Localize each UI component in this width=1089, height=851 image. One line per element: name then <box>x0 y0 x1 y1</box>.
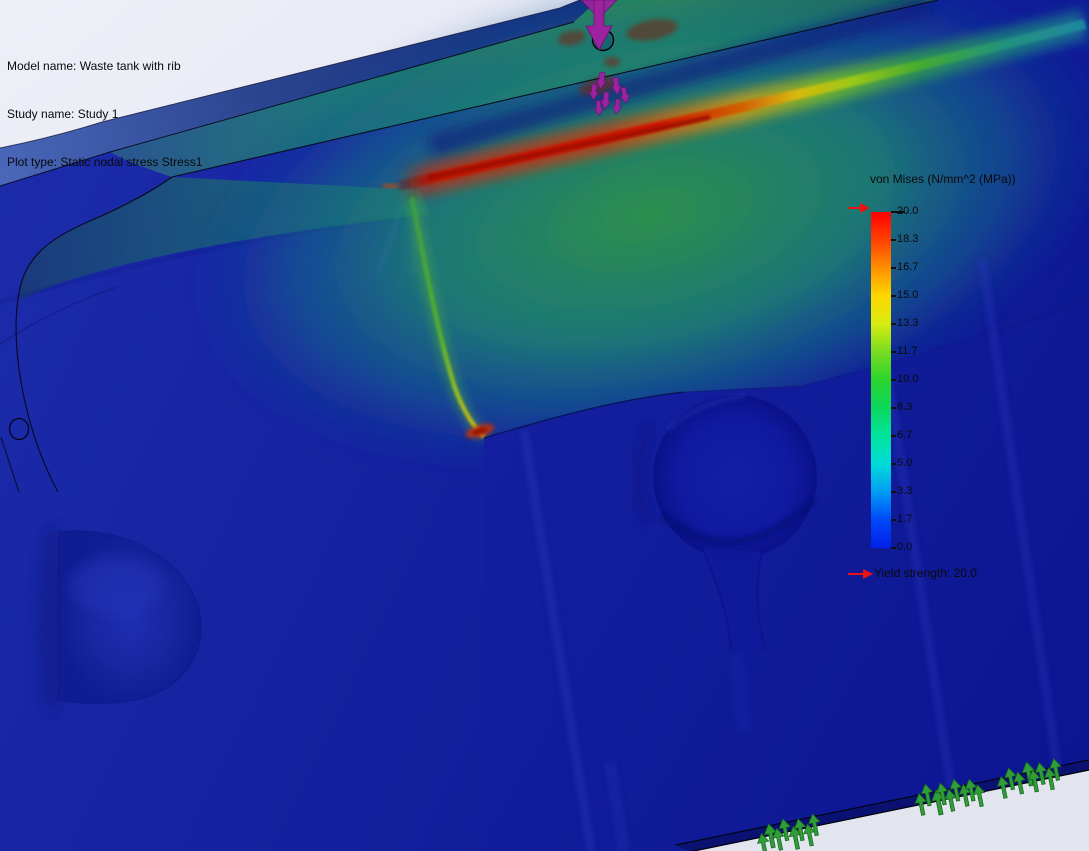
tick-label: 1.7 <box>897 512 957 526</box>
tick-mark <box>891 491 896 493</box>
tick-label: 10.0 <box>897 372 957 386</box>
tick-label: 11.7 <box>897 344 957 358</box>
plot-type-line: Plot type: Static nodal stress Stress1 <box>7 154 202 170</box>
tick-label: 6.7 <box>897 428 957 442</box>
model-name-line: Model name: Waste tank with rib <box>7 58 202 74</box>
yield-strength-label: Yield strength: 20.0 <box>874 566 977 580</box>
tick-mark <box>891 267 896 269</box>
tick-label: 18.3 <box>897 232 957 246</box>
tick-label: 3.3 <box>897 484 957 498</box>
max-stress-arrow-icon <box>848 201 872 215</box>
tick-label: 16.7 <box>897 260 957 274</box>
tick-mark <box>891 435 896 437</box>
tick-mark <box>891 407 896 409</box>
tick-label: 20.0 <box>897 204 957 218</box>
tick-label: 5.0 <box>897 456 957 470</box>
tick-label: 13.3 <box>897 316 957 330</box>
color-bar-gradient[interactable] <box>871 212 891 548</box>
plot-header: Model name: Waste tank with rib Study na… <box>7 26 202 186</box>
yield-strength-arrow-icon <box>848 568 874 580</box>
tick-label: 0.0 <box>897 540 957 554</box>
tick-mark <box>891 547 896 549</box>
tick-mark <box>891 519 896 521</box>
tick-mark <box>891 239 896 241</box>
tick-mark <box>891 351 896 353</box>
tick-mark <box>891 323 896 325</box>
stress-legend: von Mises (N/mm^2 (MPa)) 20.0 18.3 16.7 … <box>848 172 1068 592</box>
tick-mark <box>891 463 896 465</box>
study-name-line: Study name: Study 1 <box>7 106 202 122</box>
tick-mark <box>891 295 896 297</box>
tick-label: 15.0 <box>897 288 957 302</box>
solidworks-simulation-viewport[interactable]: Model name: Waste tank with rib Study na… <box>0 0 1089 851</box>
legend-title: von Mises (N/mm^2 (MPa)) <box>870 172 1016 186</box>
tick-label: 8.3 <box>897 400 957 414</box>
tick-mark <box>891 379 896 381</box>
